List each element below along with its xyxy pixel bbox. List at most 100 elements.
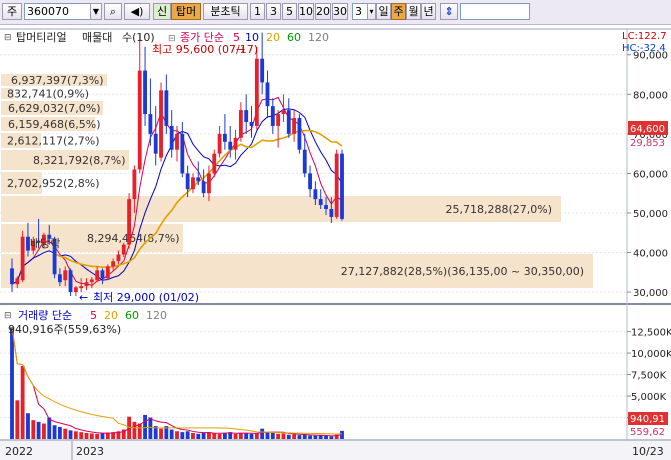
candle-body [95,270,100,281]
volume-bar [26,413,30,439]
candle-body [297,118,302,150]
volume-profile-label: 8,321,792(8,7%) [33,154,126,167]
volume-bar [324,435,328,439]
volume-profile-label: 6,159,468(6,5%) [8,118,101,131]
volume-bar [329,436,334,439]
chevron-down-icon[interactable]: ▾ [367,3,376,20]
sale-label: 매물대 [82,31,112,44]
volume-profile-label: 6,629,032(7,0%) [8,102,101,115]
candle-body [137,70,142,170]
volume-tick-label: 12,500K [631,328,671,339]
candle-body [340,153,344,219]
candle-body [127,199,132,245]
candle-body [244,110,249,122]
interval-10-button[interactable]: 10 [298,3,314,20]
volume-bar [73,431,78,439]
candle-body [276,114,281,126]
day-button[interactable]: 일 [376,3,391,20]
month-button[interactable]: 월 [406,3,421,20]
candle-body [57,274,62,283]
candle-body [302,149,307,174]
volume-bar [185,431,190,439]
interval-20-button[interactable]: 20 [315,3,331,20]
volume-bar [217,433,222,439]
volume-bar [318,435,323,439]
arrow-left-icon: ← [79,291,88,304]
volume-bar [292,434,297,439]
volume-bar [222,432,227,439]
volume-tick-label: 10,000K [631,349,671,360]
week-button[interactable]: 주 [391,3,406,20]
count-label: 수(10) [122,31,155,44]
candle-body [313,189,318,200]
up-down-arrow-icon[interactable]: ⇕ [440,3,458,20]
candle-body [10,268,14,285]
lc-value: LC:122.7 [622,31,667,42]
dividend-label: 배당락 [30,237,60,250]
candle-body [270,106,275,126]
volume-bar [276,433,281,439]
volume-bar [63,428,68,439]
candle-body [148,114,153,134]
volume-bar [79,432,84,439]
y-tick-label: 40,000 [633,249,668,260]
candle-body [308,173,312,190]
candle-body [185,173,190,190]
interval-3-button[interactable]: 3 [266,3,281,20]
stock-name-button[interactable]: 탑머 [171,3,201,20]
volume-bar [42,423,46,439]
candle-body [73,287,78,293]
candle-body [116,254,121,262]
volume-bar [47,417,52,439]
volume-bar [302,434,307,439]
candle-body [254,58,259,126]
stock-name: 탑머티리얼 [16,30,67,44]
volume-bar [175,431,179,439]
candle-body [222,133,227,142]
candle-body [196,177,201,182]
volume-bar [265,432,270,439]
magnifier-icon[interactable]: ⌕ [104,3,122,20]
volume-bar [169,429,174,439]
candle-body [169,125,174,150]
trend-button[interactable]: 신 [153,3,171,20]
year-button[interactable]: 년 [421,3,436,20]
volume-bar [281,433,286,439]
candle-body [292,118,297,134]
candle-body [143,70,147,115]
speaker-icon[interactable]: ◀) [124,3,150,20]
volume-bar [31,420,36,439]
chevron-down-icon[interactable]: ▼ [90,3,102,20]
vol-ma-5: 5 [90,309,97,322]
interval-1-button[interactable]: 1 [250,3,265,20]
volume-bar [308,435,312,439]
period-button[interactable]: 분초틱 [203,3,248,20]
volume-collapse-icon[interactable]: ⊟ [4,311,12,321]
interval-30-button[interactable]: 30 [332,3,348,20]
volume-bar [180,432,185,439]
ma-period-60: 60 [287,31,301,44]
candle-body [329,209,334,217]
candle-body [318,199,323,206]
toolbar: 주 360070 ▼ ⌕ ◀) 신 탑머 분초틱 1 3 5 10 20 30 … [0,0,671,25]
interval-5-button[interactable]: 5 [282,3,297,20]
candle-body [15,278,20,285]
candle-body [121,244,126,255]
candle-body [260,58,265,83]
free-input[interactable] [460,3,530,20]
candle-body [132,169,137,200]
volume-bar [84,432,89,439]
volume-ma-value: 559,62 [630,427,665,438]
volume-bar [196,433,201,439]
low-label: 최저 29,000 (01/02) [93,291,199,304]
volume-bar [137,423,142,439]
volume-bar [233,433,238,439]
volume-profile-label: 2,702,952(2,8%) [7,177,100,190]
market-select[interactable]: 주 [2,3,22,20]
candle-body [265,82,270,107]
volume-bar [270,432,275,439]
panel-collapse-icon[interactable]: ⊟ [4,33,12,43]
y-tick-label: 60,000 [633,169,668,180]
volume-bar [191,432,195,439]
y-tick-label: 80,000 [633,90,668,101]
